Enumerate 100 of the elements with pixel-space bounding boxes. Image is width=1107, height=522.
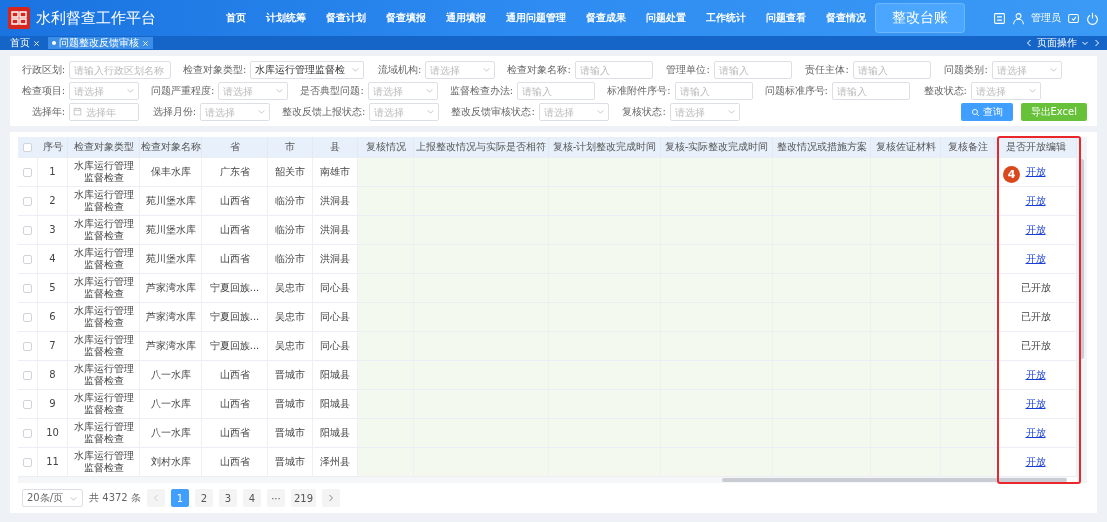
scrollbar-thumb[interactable] xyxy=(1079,159,1084,359)
table-row[interactable]: 2 水库运行管理监督检查 苑川堡水库 山西省 临汾市 洪洞县 开放 xyxy=(18,187,1077,216)
input-field[interactable]: 请输入 xyxy=(713,61,792,79)
table-cell: 1 xyxy=(38,158,68,186)
page-button[interactable]: 219 xyxy=(290,489,316,507)
checkbox[interactable] xyxy=(23,312,32,322)
table-row[interactable]: 5 水库运行管理监督检查 芦家湾水库 宁夏回族... 吴忠市 同心县 已开放 xyxy=(18,274,1077,303)
close-icon[interactable] xyxy=(33,39,40,47)
checkbox[interactable] xyxy=(23,370,32,380)
select-field[interactable]: 请选择 xyxy=(367,82,438,100)
select-field[interactable]: 请选择 xyxy=(369,103,440,121)
table-row[interactable]: 3 水库运行管理监督检查 苑川堡水库 山西省 临汾市 洪洞县 开放 xyxy=(18,216,1077,245)
nav-item[interactable]: 首页 xyxy=(216,7,256,29)
select-field[interactable]: 请选择 xyxy=(69,82,139,100)
open-edit-link[interactable]: 开放 xyxy=(1025,369,1046,381)
status-text: 已开放 xyxy=(1020,282,1051,294)
page-size-select[interactable]: 20条/页 xyxy=(22,489,84,507)
table-row[interactable]: 10 水库运行管理监督检查 八一水库 山西省 晋城市 阳城县 开放 xyxy=(18,419,1077,448)
page-actions-menu[interactable]: 页面操作 xyxy=(1037,36,1077,50)
table-cell: 八一水库 xyxy=(140,361,202,389)
checkbox[interactable] xyxy=(23,457,32,467)
user-icon[interactable] xyxy=(1012,11,1025,25)
open-edit-link[interactable]: 开放 xyxy=(1025,253,1046,265)
field-label: 监督检查办法: xyxy=(449,84,514,98)
select-field[interactable]: 请选择 xyxy=(218,82,289,100)
table-cell: 芦家湾水库 xyxy=(140,274,202,302)
table-cell: 水库运行管理监督检查 xyxy=(68,187,140,215)
table-row[interactable]: 11 水库运行管理监督检查 刘村水库 山西省 晋城市 泽州县 开放 xyxy=(18,448,1077,477)
logo-icon xyxy=(8,7,30,29)
select-field[interactable]: 请选择 xyxy=(970,82,1041,100)
select-field[interactable]: 请选择 xyxy=(538,103,609,121)
table-cell: 吴忠市 xyxy=(268,332,313,360)
table-cell: 晋城市 xyxy=(268,361,313,389)
input-field[interactable]: 请输入 xyxy=(852,61,931,79)
select-field[interactable]: 请选择 xyxy=(991,61,1062,79)
input-field[interactable]: 请输入 xyxy=(831,82,910,100)
caret-icon[interactable] xyxy=(1081,39,1089,47)
open-edit-link[interactable]: 开放 xyxy=(1025,398,1046,410)
table-row[interactable]: 8 水库运行管理监督检查 八一水库 山西省 晋城市 阳城县 开放 xyxy=(18,361,1077,390)
chevron-left-icon[interactable] xyxy=(1025,39,1033,47)
screen-icon[interactable] xyxy=(993,11,1006,25)
open-edit-link[interactable]: 开放 xyxy=(1025,166,1046,178)
nav-item[interactable]: 督查计划 xyxy=(316,7,376,29)
page-size-value: 20条/页 xyxy=(27,491,64,505)
checkbox[interactable] xyxy=(23,196,32,206)
nav-item[interactable]: 通用填报 xyxy=(436,7,496,29)
nav-item[interactable]: 督查填报 xyxy=(376,7,436,29)
select-field[interactable]: 请选择 xyxy=(425,61,496,79)
chevron-right-icon[interactable] xyxy=(1093,39,1101,47)
checkbox[interactable] xyxy=(23,167,32,177)
caret-icon xyxy=(275,86,285,95)
table-cell: 水库运行管理监督检查 xyxy=(68,332,140,360)
date-field[interactable]: 选择年 xyxy=(69,103,139,121)
column-header[interactable]: 检查对象名称 xyxy=(140,137,202,157)
open-edit-link[interactable]: 开放 xyxy=(1025,224,1046,236)
checkbox[interactable] xyxy=(23,142,32,152)
page-button[interactable]: 4 xyxy=(242,489,261,507)
field-label: 责任主体: xyxy=(804,63,849,77)
checkbox[interactable] xyxy=(23,399,32,409)
select-field[interactable]: 请选择 xyxy=(669,103,740,121)
close-icon[interactable] xyxy=(142,39,149,47)
select-field[interactable]: 水库运行管理监督检 xyxy=(250,61,365,79)
scrollbar-thumb[interactable] xyxy=(722,478,1067,482)
open-edit-link[interactable]: 开放 xyxy=(1025,427,1046,439)
table-row[interactable]: 6 水库运行管理监督检查 芦家湾水库 宁夏回族... 吴忠市 同心县 已开放 xyxy=(18,303,1077,332)
vertical-scrollbar[interactable] xyxy=(1077,137,1087,483)
table-row[interactable]: 9 水库运行管理监督检查 八一水库 山西省 晋城市 阳城县 开放 xyxy=(18,390,1077,419)
input-field[interactable]: 请输入 xyxy=(674,82,753,100)
table-row[interactable]: 4 水库运行管理监督检查 苑川堡水库 山西省 临汾市 洪洞县 开放 xyxy=(18,245,1077,274)
horizontal-scrollbar[interactable] xyxy=(18,477,1067,483)
select-field[interactable]: 请选择 xyxy=(200,103,270,121)
checkbox[interactable] xyxy=(23,254,32,264)
input-field[interactable]: 请输入行政区划名称 xyxy=(69,61,171,79)
field-label: 问题严重程度: xyxy=(151,84,215,98)
power-icon[interactable] xyxy=(1086,11,1099,25)
input-field[interactable]: 请输入 xyxy=(517,82,596,100)
page-button[interactable]: 3 xyxy=(218,489,237,507)
nav-item[interactable]: 计划统筹 xyxy=(256,7,316,29)
open-edit-link[interactable]: 开放 xyxy=(1025,456,1046,468)
checkbox[interactable] xyxy=(23,283,32,293)
open-edit-link[interactable]: 开放 xyxy=(1025,195,1046,207)
more-pages-button[interactable]: ··· xyxy=(266,489,285,507)
table-cell: 八一水库 xyxy=(140,390,202,418)
next-page-button[interactable] xyxy=(322,489,340,507)
table-cell: 吴忠市 xyxy=(268,303,313,331)
calendar-icon xyxy=(73,107,82,116)
caret-icon xyxy=(426,107,436,116)
table-cell: 吴忠市 xyxy=(268,274,313,302)
input-field[interactable]: 请输入 xyxy=(574,61,653,79)
page-tab[interactable]: 首页 xyxy=(6,37,44,49)
checkbox[interactable] xyxy=(23,225,32,235)
table-row[interactable]: 7 水库运行管理监督检查 芦家湾水库 宁夏回族... 吴忠市 同心县 已开放 xyxy=(18,332,1077,361)
caret-icon xyxy=(257,107,266,116)
checkbox[interactable] xyxy=(23,428,32,438)
field-label: 检查对象类型: xyxy=(183,63,247,77)
table-cell: 水库运行管理监督检查 xyxy=(68,390,140,418)
column-header[interactable]: 上报整改情况与实际是否相符 xyxy=(414,137,549,157)
page-button[interactable]: 2 xyxy=(194,489,213,507)
field-label: 选择月份: xyxy=(151,105,196,119)
checkbox[interactable] xyxy=(23,341,32,351)
